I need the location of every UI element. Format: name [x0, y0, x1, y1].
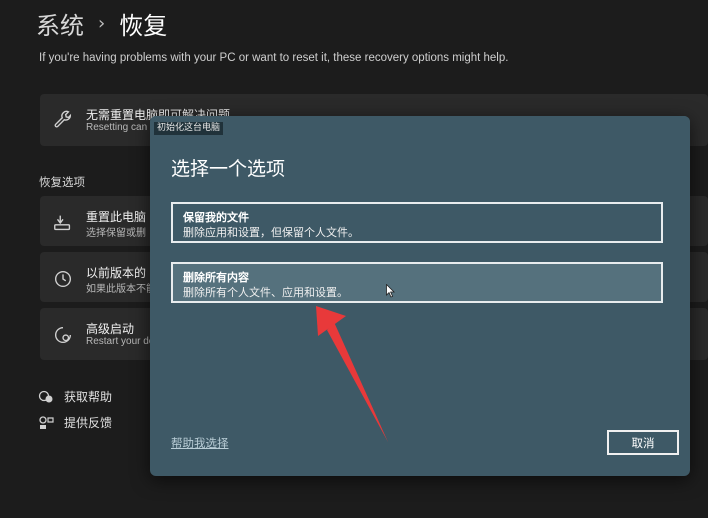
- recovery-item-subtitle: 选择保留或删: [86, 228, 146, 239]
- reset-pc-dialog: 初始化这台电脑 选择一个选项 保留我的文件 删除应用和设置，但保留个人文件。 删…: [150, 116, 690, 476]
- feedback-label: 提供反馈: [64, 416, 113, 430]
- cancel-button[interactable]: 取消: [607, 430, 679, 455]
- breadcrumb-separator: ›: [98, 13, 106, 34]
- recovery-item-subtitle: Restart your de: [86, 336, 155, 347]
- breadcrumb-parent[interactable]: 系统: [36, 6, 84, 41]
- breadcrumb: 系统 › 恢复: [36, 6, 167, 41]
- mouse-cursor-icon: [386, 284, 395, 298]
- reset-pc-icon: [52, 212, 74, 234]
- recovery-item-title: 高级启动: [86, 322, 135, 336]
- help-icon: [38, 390, 53, 402]
- wrench-icon: [52, 110, 74, 132]
- recovery-item-subtitle: 如果此版本不能: [86, 284, 156, 295]
- option-keep-files[interactable]: 保留我的文件 删除应用和设置，但保留个人文件。: [171, 202, 663, 243]
- dialog-app-label: 初始化这台电脑: [154, 122, 224, 135]
- intro-text: If you're having problems with your PC o…: [39, 52, 509, 64]
- option-subtitle: 删除所有个人文件、应用和设置。: [183, 286, 348, 299]
- get-help-link[interactable]: 获取帮助: [38, 388, 112, 405]
- section-label: 恢复选项: [39, 175, 85, 189]
- option-subtitle: 删除应用和设置，但保留个人文件。: [183, 226, 359, 239]
- help-me-choose-link[interactable]: 帮助我选择: [171, 435, 229, 451]
- feedback-link[interactable]: 提供反馈: [38, 414, 112, 431]
- option-remove-everything[interactable]: 删除所有内容 删除所有个人文件、应用和设置。: [171, 262, 663, 303]
- dialog-heading: 选择一个选项: [171, 158, 286, 180]
- recovery-item-title: 重置此电脑: [86, 210, 147, 224]
- page-title: 恢复: [119, 12, 168, 40]
- feedback-icon: [39, 415, 54, 429]
- option-title: 保留我的文件: [183, 211, 249, 224]
- option-title: 删除所有内容: [183, 271, 249, 284]
- fix-card-subtitle: Resetting can: [86, 122, 148, 133]
- advanced-startup-icon: [52, 324, 74, 346]
- get-help-label: 获取帮助: [64, 390, 113, 404]
- history-icon: [52, 268, 74, 290]
- dialog-title-bar: 初始化这台电脑: [150, 116, 690, 138]
